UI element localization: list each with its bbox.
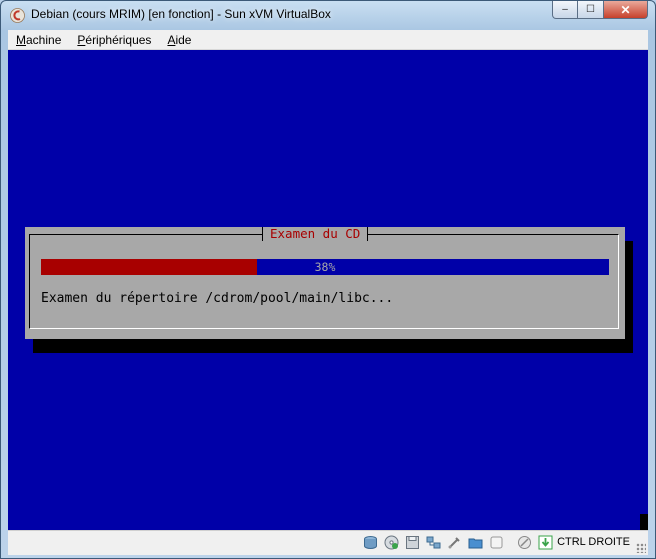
virtualbox-app-icon[interactable]	[10, 8, 25, 23]
shared-folder-icon[interactable]	[467, 534, 483, 550]
usb-icon[interactable]	[446, 534, 462, 550]
minimize-button[interactable]: –	[552, 1, 578, 19]
mouse-integration-icon[interactable]	[516, 534, 532, 550]
minimize-icon: –	[562, 4, 568, 15]
window-title: Debian (cours MRIM) [en fonction] - Sun …	[31, 7, 331, 21]
console-cursor	[640, 514, 648, 530]
title-bar[interactable]: Debian (cours MRIM) [en fonction] - Sun …	[1, 1, 655, 29]
close-button[interactable]: ✕	[604, 1, 648, 19]
menu-bar: Machine Périphériques Aide	[8, 30, 648, 50]
maximize-button[interactable]: ☐	[578, 1, 604, 19]
vrdp-icon[interactable]	[488, 534, 504, 550]
virtualbox-window: Debian (cours MRIM) [en fonction] - Sun …	[0, 0, 656, 559]
network-icon[interactable]	[425, 534, 441, 550]
dialog-title: Examen du CD	[262, 227, 369, 241]
dialog-frame: Examen du CD	[29, 227, 619, 329]
menu-peripheriques[interactable]: Périphériques	[69, 33, 159, 47]
host-key-icon[interactable]	[537, 534, 553, 550]
floppy-icon[interactable]	[404, 534, 420, 550]
cd-scan-dialog: Examen du CD 38% Examen du répertoire /c…	[25, 227, 625, 339]
progress-label: 38%	[314, 260, 336, 274]
menu-machine[interactable]: Machine	[8, 33, 69, 47]
hard-disk-icon[interactable]	[362, 534, 378, 550]
cd-icon[interactable]	[383, 534, 399, 550]
close-icon: ✕	[620, 2, 631, 17]
status-message: Examen du répertoire /cdrom/pool/main/li…	[41, 291, 394, 306]
vm-screen[interactable]: Examen du CD 38% Examen du répertoire /c…	[8, 50, 648, 530]
status-bar: CTRL DROITE	[8, 530, 648, 555]
host-key-label: CTRL DROITE	[557, 536, 630, 548]
maximize-icon: ☐	[586, 4, 595, 15]
menu-aide[interactable]: Aide	[159, 33, 199, 47]
resize-grip[interactable]	[636, 543, 646, 553]
progress-bar: 38%	[41, 259, 609, 275]
